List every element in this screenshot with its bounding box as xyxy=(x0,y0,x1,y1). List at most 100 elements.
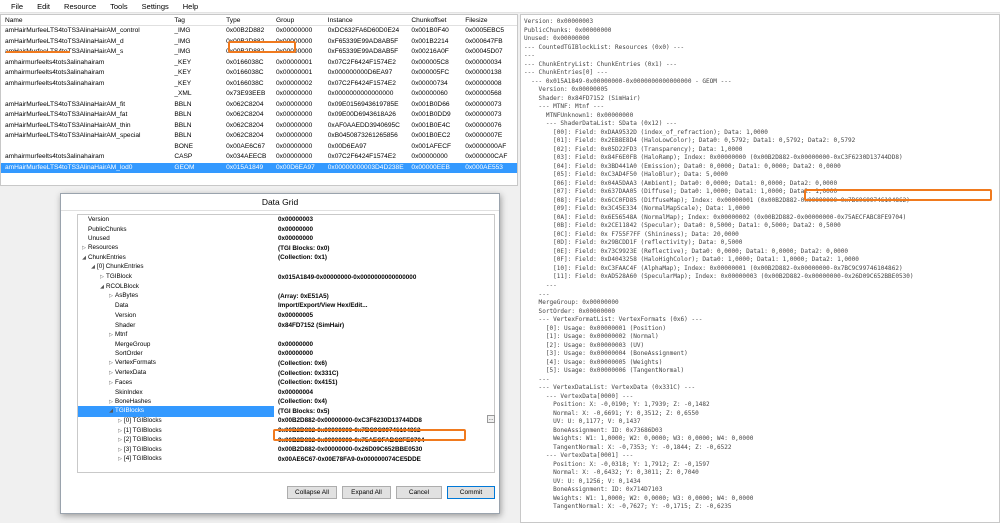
property-value[interactable]: 0x00000000 xyxy=(274,340,494,350)
text-line: TangentNormal: X: -0,7627; Y: -0,1715; Z… xyxy=(524,503,732,511)
cell-type: 0x0166038C xyxy=(226,79,264,87)
property-label: Data xyxy=(115,302,129,310)
property-row[interactable]: Data Import/Export/View Hex/Edit... xyxy=(78,301,494,311)
cell-name: amHairMurfeeLTS4toTS3AlinaHairAM_control xyxy=(5,27,140,34)
cell-name: amhairmurfeelts4tots3alinahairam xyxy=(5,153,105,160)
property-grid[interactable]: Version 0x00000003 PublicChunks 0x00000000 U… xyxy=(77,214,495,473)
property-row[interactable]: Mtnf xyxy=(78,330,494,340)
property-value[interactable]: 0x00000000 xyxy=(274,234,494,244)
cell-tag: BONE xyxy=(174,142,194,150)
cell-instance: 0xAF0AAEDD3940695C xyxy=(327,121,400,129)
property-row[interactable]: Faces (Collection: 0x4151) xyxy=(78,378,494,388)
menu-file[interactable]: File xyxy=(4,0,30,13)
property-value[interactable]: 0x00B2D882-0x00000000-0x75AECFABC8FE9704 xyxy=(274,436,494,446)
resource-text-view[interactable]: Version: 0x00000003 PublicChunks: 0x00000… xyxy=(520,14,1000,523)
property-value[interactable]: 0x00B2D882-0x00000000-0xC3F6230D13744DD8 xyxy=(274,416,494,426)
cell-tag: BBLN xyxy=(174,100,192,108)
property-value[interactable]: 0x00000000 xyxy=(274,225,494,235)
property-value[interactable]: 0x84FD7152 (SimHair) xyxy=(274,321,494,331)
cell-filesize: 0x000647FB xyxy=(465,37,503,45)
resource-row[interactable]: BONE 0x00AE6C67 0x00000000 0x00D6EA97 0x001A… xyxy=(1,142,517,153)
resource-row[interactable]: amHairMurfeeLTS4toTS3AlinaHairAM_special… xyxy=(1,131,517,142)
resource-row[interactable]: amHairMurfeeLTS4toTS3AlinaHairAM_s_IMG0x… xyxy=(1,47,517,58)
resource-row[interactable]: amHairMurfeeLTS4toTS3AlinaHairAM_fat BBLN… xyxy=(1,110,517,121)
resource-row[interactable]: amhairmurfeelts4tots3alinahairam _KEY 0x01… xyxy=(1,58,517,69)
property-row[interactable]: AsBytes (Array: 0xE51A5) xyxy=(78,292,494,302)
property-value[interactable]: 0x00000005 xyxy=(274,311,494,321)
column-header-chunkoffset[interactable]: Chunkoffset xyxy=(407,15,461,25)
property-value[interactable]: (TGI Blocks: 0x0) xyxy=(274,244,494,254)
text-line: --- VertexData[0000] --- xyxy=(524,392,634,400)
commit-button[interactable]: Commit xyxy=(447,486,495,499)
menu-resource[interactable]: Resource xyxy=(57,0,103,13)
menu-tools[interactable]: Tools xyxy=(103,0,135,13)
menu-settings[interactable]: Settings xyxy=(135,0,176,13)
property-value[interactable]: (Collection: 0x4151) xyxy=(274,378,494,388)
property-value[interactable]: (Collection: 0x331C) xyxy=(274,369,494,379)
property-name: Faces xyxy=(78,378,274,389)
resource-row[interactable]: amhairmurfeelts4tots3alinahairam CASP 0x03… xyxy=(1,152,517,163)
text-line: [0C]: Field: 0x F755F7FF (Shininess); Da… xyxy=(524,230,739,238)
column-header-type[interactable]: Type xyxy=(222,15,272,25)
cell-filesize: 0x00000073 xyxy=(465,111,502,118)
cell-group: 0x00000001 xyxy=(275,69,313,76)
cell-group: 0x00000000 xyxy=(275,27,313,34)
property-name: AsBytes xyxy=(78,291,274,302)
column-header-instance[interactable]: Instance xyxy=(324,15,408,25)
expand-triangle-icon[interactable] xyxy=(116,455,124,465)
property-value[interactable]: 0x00AE6C67-0x00E78FA9-0x000000074CE5DDE xyxy=(274,455,494,465)
property-value[interactable]: 0x00000004 xyxy=(274,388,494,398)
collapse-all-button[interactable]: Collapse All xyxy=(287,486,337,499)
resource-row[interactable]: amHairMurfeeLTS4toTS3AlinaHairAM_d _IMG 0x… xyxy=(1,37,517,48)
text-line: Position: X: -0,0190; Y: 1,7939; Z: -0,1… xyxy=(524,401,710,409)
resource-row[interactable]: amHairMurfeeLTS4toTS3AlinaHairAM_control… xyxy=(1,26,517,37)
column-header-group[interactable]: Group xyxy=(272,15,324,25)
cell-filesize: 0x000AE553 xyxy=(465,163,503,171)
property-label: Resources xyxy=(88,244,119,252)
text-line: SortOrder: 0x00000000 xyxy=(524,307,616,315)
resource-row[interactable]: amHairMurfeeLTS4toTS3AlinaHairAM_thin BBL… xyxy=(1,121,517,132)
property-value[interactable]: (Collection: 0x4) xyxy=(274,397,494,407)
property-label: VertexFormats xyxy=(115,359,156,367)
property-row[interactable]: Version 0x00000003 xyxy=(78,215,494,225)
property-value[interactable]: Import/Export/View Hex/Edit... xyxy=(274,301,494,311)
resource-row[interactable]: amhairmurfeelts4tots3alinahairam _KEY 0x01… xyxy=(1,68,517,79)
cell-type: 0x00B2D882 xyxy=(226,37,265,45)
property-value[interactable]: 0x00B2D882-0x00000000-0x7BC9C99746104862 xyxy=(274,426,494,436)
property-value[interactable]: (Array: 0xE51A5) xyxy=(274,292,494,302)
column-header-tag[interactable]: Tag xyxy=(170,15,222,25)
property-label: TGIBlock xyxy=(106,273,132,281)
property-row[interactable]: MergeGroup 0x00000000 xyxy=(78,340,494,350)
column-header-filesize[interactable]: Filesize xyxy=(461,15,517,25)
resource-row[interactable]: _XML 0x73E93EEB 0x00000000 0x00000000000000… xyxy=(1,89,517,100)
cell-chunkoffset: 0x00000000 xyxy=(411,153,448,160)
menu-help[interactable]: Help xyxy=(176,0,205,13)
resource-list[interactable]: Name Tag Type Group Instance Chunkoffset Files… xyxy=(0,14,518,186)
resource-row[interactable]: amHairMurfeeLTS4toTS3AlinaHairAM_fit BBLN… xyxy=(1,100,517,111)
cancel-button[interactable]: Cancel xyxy=(396,486,442,499)
column-header-name[interactable]: Name xyxy=(1,15,170,25)
cell-chunkoffset: 0x001B0EC2 xyxy=(411,132,451,139)
property-value[interactable]: 0x00B2D882-0x00000000-0x26D09C652BBE0530 xyxy=(274,445,494,455)
property-value[interactable]: 0x00000000 xyxy=(274,349,494,359)
property-value[interactable]: (TGI Blocks: 0x5) xyxy=(274,406,494,417)
cell-instance: 0x000000000D6EA97 xyxy=(327,69,393,76)
property-label: Shader xyxy=(115,321,136,329)
property-label: SortOrder xyxy=(115,350,143,358)
text-line: [04]: Field: 0x3BD441A0 (Emission); Data… xyxy=(524,162,841,170)
menu-edit[interactable]: Edit xyxy=(30,0,57,13)
property-row[interactable]: PublicChunks 0x00000000 xyxy=(78,225,494,235)
property-row[interactable]: [4] TGIBlocks 0x00AE6C67-0x00E78FA9-0x000… xyxy=(78,455,494,465)
property-value[interactable]: 0x00000003 xyxy=(274,215,494,225)
property-value[interactable]: 0x015A1849-0x00000000-0x0000000000000000 xyxy=(274,273,494,283)
property-value[interactable]: (Collection: 0x6) xyxy=(274,359,494,369)
expand-all-button[interactable]: Expand All xyxy=(342,486,391,499)
more-options-icon[interactable]: … xyxy=(487,415,495,423)
text-line: [0]: Usage: 0x00000001 (Position) xyxy=(524,324,666,332)
property-value[interactable]: (Collection: 0x1) xyxy=(274,253,494,263)
text-line: [2]: Usage: 0x00000003 (UV) xyxy=(524,341,645,349)
text-line: [07]: Field: 0x637DAA05 (Diffuse); Data0… xyxy=(524,188,838,196)
resource-row[interactable]: amHairMurfeeLTS4toTS3AlinaHairAM_lod0 GEO… xyxy=(1,162,517,173)
property-row[interactable]: Version 0x00000005 xyxy=(78,311,494,321)
resource-row[interactable]: amhairmurfeelts4tots3alinahairam _KEY 0x01… xyxy=(1,79,517,90)
